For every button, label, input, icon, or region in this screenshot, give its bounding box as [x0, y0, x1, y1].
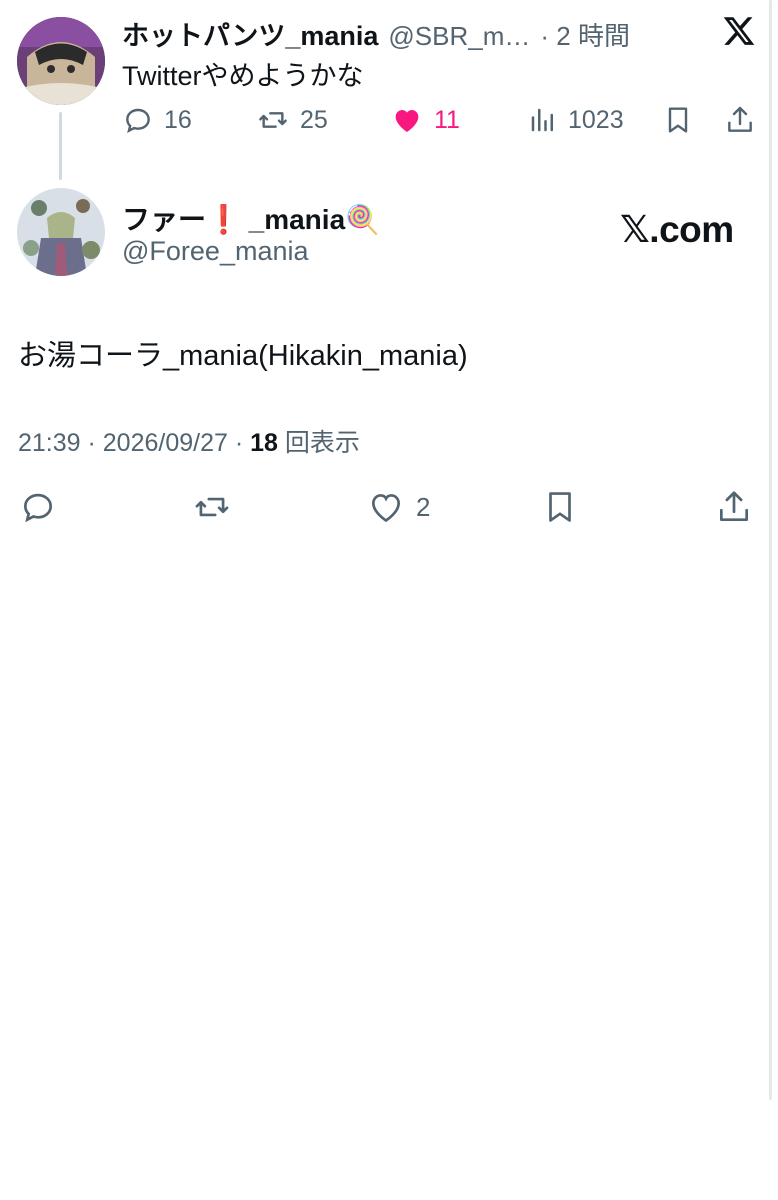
retweet-button[interactable]: 25 [256, 104, 328, 136]
retweet-count: 25 [300, 105, 328, 134]
bookmark-icon [549, 492, 571, 522]
x-com-brand[interactable]: 𝕏.com [620, 208, 734, 251]
handle[interactable]: @SBR_m… [388, 21, 530, 52]
main-handle[interactable]: @Foree_mania [122, 236, 309, 267]
scrollbar[interactable] [769, 0, 772, 1100]
main-bookmark-button[interactable] [541, 488, 579, 526]
bookmark-icon [668, 107, 688, 133]
tweet-time[interactable]: 21:39 · 2026/09/27 · [18, 429, 250, 457]
views-button[interactable]: 1023 [528, 104, 624, 136]
views-count: 1023 [568, 105, 624, 134]
main-display-name[interactable]: ファー❗ _mania🍭 [122, 198, 380, 238]
main-share-button[interactable] [715, 488, 753, 526]
reply-count: 16 [164, 105, 192, 134]
avatar-hotpants[interactable] [17, 17, 105, 105]
x-logo-icon[interactable] [722, 14, 756, 48]
tweet-screen: { "quoted_tweet": { "display_name": "ホット… [0, 0, 778, 1200]
main-reply-button[interactable] [18, 488, 58, 526]
thread-line [59, 112, 62, 180]
share-icon [719, 491, 749, 522]
quoted-tweet-header: ホットパンツ_mania @SBR_m… · 2 時間 [122, 14, 630, 53]
share-button[interactable] [724, 104, 756, 136]
reply-button[interactable]: 16 [122, 104, 192, 136]
share-icon [728, 106, 752, 132]
view-label: 回表示 [277, 429, 360, 457]
main-retweet-button[interactable] [190, 488, 234, 526]
main-like-button[interactable]: 2 [366, 488, 430, 526]
like-button[interactable]: 11 [390, 104, 460, 136]
retweet-icon [195, 497, 229, 517]
quoted-tweet-text: Twitterやめようかな [122, 61, 364, 91]
retweet-icon [259, 112, 287, 128]
reply-icon [126, 108, 150, 133]
timestamp[interactable]: · 2 時間 [540, 16, 630, 53]
reply-icon [23, 493, 53, 523]
like-count: 11 [434, 105, 460, 134]
avatar-foree[interactable] [17, 188, 105, 276]
main-tweet-text: お湯コーラ_mania(Hikakin_mania) [18, 340, 468, 372]
display-name[interactable]: ホットパンツ_mania [122, 14, 378, 53]
heart-outline-icon [371, 494, 401, 523]
heart-filled-icon [395, 110, 419, 132]
tweet-meta: 21:39 · 2026/09/27 · 18 回表示 [18, 423, 360, 459]
bookmark-button[interactable] [662, 104, 694, 136]
main-like-count: 2 [416, 491, 431, 522]
views-icon [531, 108, 553, 132]
view-count: 18 [250, 429, 278, 457]
